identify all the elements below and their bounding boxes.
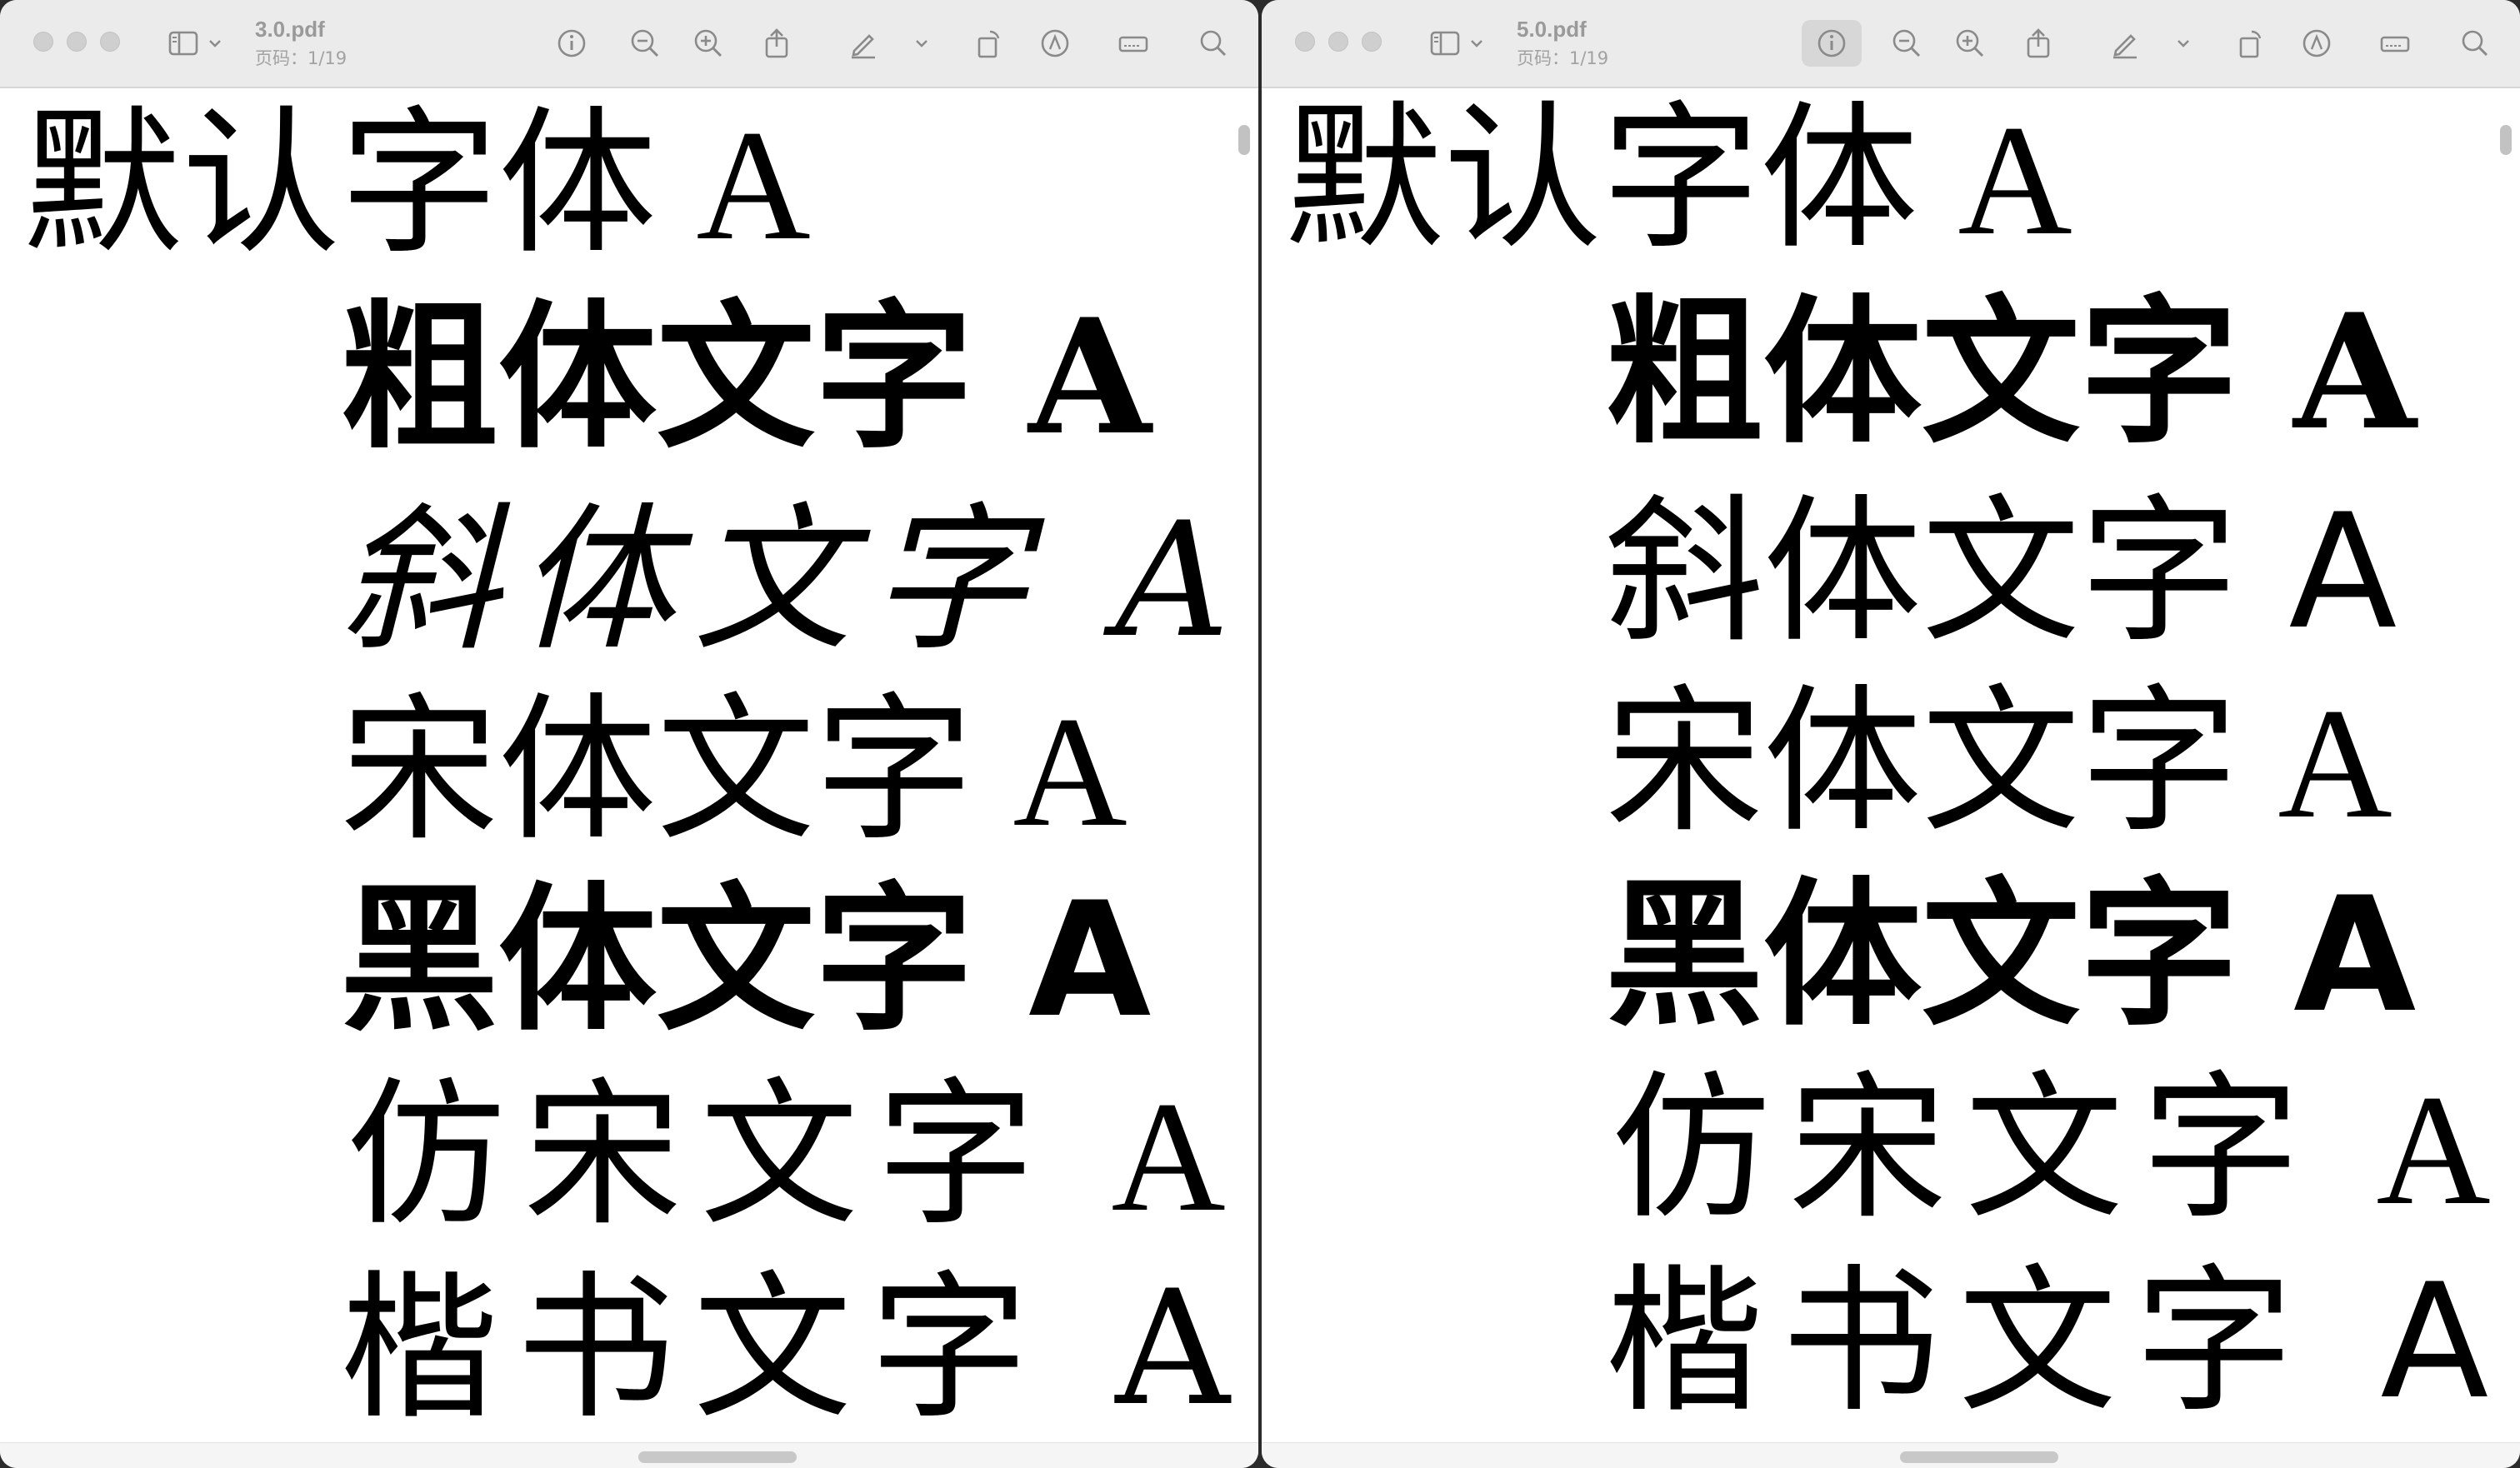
hei-font-line: 黑体文字 A [1605,863,2417,1047]
default-font-line: 默认字体 A [1285,93,2072,268]
fangsong-font-line: 仿宋文字 A [1612,1063,2509,1238]
markup-icon[interactable] [2297,23,2337,63]
close-window-button[interactable] [1295,32,1315,52]
sidebar-icon[interactable] [1425,23,1465,63]
vertical-scrollbar[interactable] [2500,125,2512,155]
chevron-down-icon[interactable] [1467,23,1487,63]
search-icon[interactable] [2455,23,2495,63]
zoom-in-icon[interactable] [688,23,728,63]
kai-font-line: 楷书文字 A [340,1256,1248,1441]
document-title: 3.0.pdf [255,17,325,42]
rotate-icon[interactable] [968,23,1008,63]
form-fill-icon[interactable] [2375,23,2415,63]
sidebar-icon[interactable] [163,23,203,63]
desktop: 3.0.pdf 页码：1/19 默认字体 A 粗体文字 A 斜体文字 A 宋体文… [0,0,2520,1468]
zoom-in-icon[interactable] [1950,23,1990,63]
search-icon[interactable] [1193,23,1233,63]
window-footer [1262,1442,2520,1468]
zoom-window-button[interactable] [100,32,120,52]
chevron-down-icon[interactable] [912,23,932,63]
document-title: 5.0.pdf [1517,17,1587,42]
vertical-scrollbar[interactable] [1238,125,1250,155]
kai-font-line: 楷书文字 A [1605,1250,2508,1434]
song-font-line: 宋体文字 A [340,685,1128,860]
italic-font-line: 斜体文字 A [340,488,1248,672]
minimize-window-button[interactable] [1328,32,1348,52]
pdf-page-content[interactable]: 默认字体 A 粗体文字 A 斜体文字 A 宋体文字 A 黑体文字 A 仿宋文字 … [1262,88,2520,1438]
hei-font-line: 黑体文字 A [340,868,1152,1052]
pdf-page-content[interactable]: 默认字体 A 粗体文字 A 斜体文字 A 宋体文字 A 黑体文字 A 仿宋文字 … [0,88,1258,1438]
pdf-window-left: 3.0.pdf 页码：1/19 默认字体 A 粗体文字 A 斜体文字 A 宋体文… [0,0,1258,1468]
window-footer [0,1442,1258,1468]
horizontal-scrollbar[interactable] [638,1451,797,1463]
info-icon[interactable] [1802,20,1862,67]
page-indicator: 页码：1/19 [1517,48,1609,68]
pdf-window-right: 5.0.pdf 页码：1/19 默认字体 A 粗体文字 A 斜体文字 A 宋体文… [1262,0,2520,1468]
rotate-icon[interactable] [2230,23,2270,63]
italic-font-line: 斜体文字 A [1605,480,2398,664]
info-icon[interactable] [552,23,592,63]
chevron-down-icon[interactable] [2173,23,2193,63]
bold-font-line: 粗体文字 A [1605,279,2417,465]
zoom-window-button[interactable] [1362,32,1382,52]
markup-icon[interactable] [1035,23,1075,63]
horizontal-scrollbar[interactable] [1900,1451,2058,1463]
share-icon[interactable] [757,23,797,63]
song-font-line: 宋体文字 A [1605,677,2392,851]
default-font-line: 默认字体 A [23,98,811,273]
fangsong-font-line: 仿宋文字 A [347,1070,1244,1245]
markup-pen-icon[interactable] [2105,23,2145,63]
window-toolbar: 5.0.pdf 页码：1/19 [1262,0,2520,88]
markup-pen-icon[interactable] [843,23,883,63]
page-indicator: 页码：1/19 [255,48,348,68]
share-icon[interactable] [2018,23,2058,63]
minimize-window-button[interactable] [67,32,87,52]
chevron-down-icon[interactable] [205,23,225,63]
close-window-button[interactable] [33,32,53,52]
bold-font-line: 粗体文字 A [340,284,1152,470]
zoom-out-icon[interactable] [1887,23,1927,63]
form-fill-icon[interactable] [1113,23,1153,63]
zoom-out-icon[interactable] [625,23,665,63]
window-toolbar: 3.0.pdf 页码：1/19 [0,0,1258,88]
